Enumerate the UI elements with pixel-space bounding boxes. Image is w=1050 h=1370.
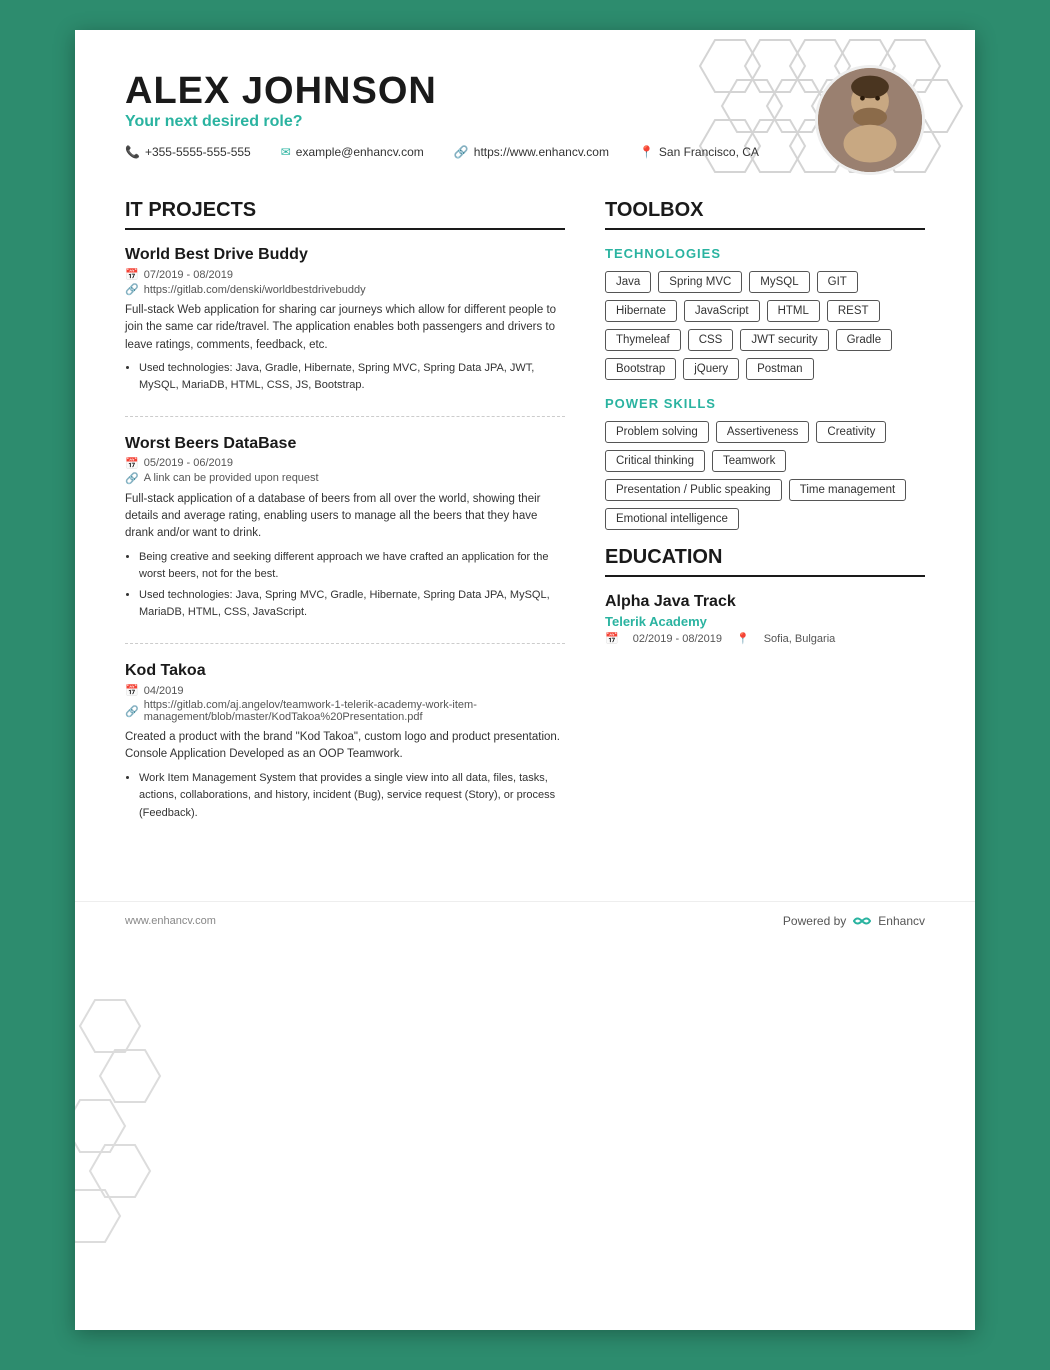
left-column: IT PROJECTS World Best Drive Buddy 📅 07/… bbox=[125, 189, 605, 861]
email-icon: ✉ bbox=[281, 145, 291, 159]
technology-tag: GIT bbox=[817, 271, 858, 293]
avatar-image bbox=[818, 68, 922, 172]
power-skills-tags: Problem solving Assertiveness Creativity Cr… bbox=[605, 421, 925, 530]
header: ALEX JOHNSON Your next desired role? 📞 +… bbox=[75, 30, 975, 189]
technology-tag: Thymeleaf bbox=[605, 329, 681, 351]
project-link: 🔗 A link can be provided upon request bbox=[125, 472, 565, 485]
skill-tag: Time management bbox=[789, 479, 906, 501]
technology-tag: Bootstrap bbox=[605, 358, 676, 380]
technology-tag: CSS bbox=[688, 329, 734, 351]
project-description: Created a product with the brand "Kod Ta… bbox=[125, 729, 565, 764]
skill-tag: Emotional intelligence bbox=[605, 508, 739, 530]
project-link: 🔗 https://gitlab.com/aj.angelov/teamwork… bbox=[125, 699, 565, 723]
bullet-item: Work Item Management System that provide… bbox=[139, 770, 565, 823]
skill-tag: Presentation / Public speaking bbox=[605, 479, 782, 501]
website-value: https://www.enhancv.com bbox=[474, 145, 609, 159]
education-item: Alpha Java Track Telerik Academy 📅 02/20… bbox=[605, 593, 925, 645]
phone-icon: 📞 bbox=[125, 145, 140, 159]
technology-tag: Spring MVC bbox=[658, 271, 742, 293]
bullet-item: Used technologies: Java, Gradle, Hiberna… bbox=[139, 360, 565, 395]
project-date: 📅 07/2019 - 08/2019 bbox=[125, 268, 565, 281]
enhancv-logo-icon bbox=[852, 914, 872, 928]
footer: www.enhancv.com Powered by Enhancv bbox=[75, 901, 975, 940]
location-value: San Francisco, CA bbox=[659, 145, 759, 159]
technology-tag: MySQL bbox=[749, 271, 809, 293]
project-bullets: Being creative and seeking different app… bbox=[125, 549, 565, 622]
skill-tag: Assertiveness bbox=[716, 421, 810, 443]
project-date: 📅 05/2019 - 06/2019 bbox=[125, 457, 565, 470]
project-title: World Best Drive Buddy bbox=[125, 246, 565, 264]
project-description: Full-stack Web application for sharing c… bbox=[125, 302, 565, 354]
contact-info: 📞 +355-5555-555-555 ✉ example@enhancv.co… bbox=[125, 145, 925, 159]
calendar-icon: 📅 bbox=[125, 457, 139, 470]
it-projects-title: IT PROJECTS bbox=[125, 199, 565, 230]
technology-tag: Postman bbox=[746, 358, 813, 380]
location-contact: 📍 San Francisco, CA bbox=[639, 145, 759, 159]
location-icon: 📍 bbox=[736, 632, 750, 645]
candidate-name: ALEX JOHNSON bbox=[125, 70, 925, 113]
link-icon: 🔗 bbox=[454, 145, 469, 159]
project-title: Kod Takoa bbox=[125, 662, 565, 680]
technology-tag: HTML bbox=[767, 300, 820, 322]
candidate-role: Your next desired role? bbox=[125, 113, 925, 131]
right-column: TOOLBOX TECHNOLOGIES JavaSpring MVCMySQL… bbox=[605, 189, 925, 861]
skill-tag: Critical thinking bbox=[605, 450, 705, 472]
link-icon: 🔗 bbox=[125, 705, 139, 718]
project-description: Full-stack application of a database of … bbox=[125, 491, 565, 543]
skill-tag: Problem solving bbox=[605, 421, 709, 443]
main-content: IT PROJECTS World Best Drive Buddy 📅 07/… bbox=[75, 189, 975, 901]
technology-tag: REST bbox=[827, 300, 880, 322]
footer-brand: Powered by Enhancv bbox=[783, 914, 925, 928]
avatar bbox=[815, 65, 925, 175]
bullet-item: Being creative and seeking different app… bbox=[139, 549, 565, 584]
project-item: Worst Beers DataBase 📅 05/2019 - 06/2019… bbox=[125, 435, 565, 644]
project-title: Worst Beers DataBase bbox=[125, 435, 565, 453]
technology-tag: Gradle bbox=[836, 329, 893, 351]
technology-tag: jQuery bbox=[683, 358, 739, 380]
technology-tag: Java bbox=[605, 271, 651, 293]
technology-tag: Hibernate bbox=[605, 300, 677, 322]
technologies-tags: Java Spring MVC MySQL GIT Hibernate JavaScrip… bbox=[605, 271, 925, 380]
link-icon: 🔗 bbox=[125, 472, 139, 485]
email-contact: ✉ example@enhancv.com bbox=[281, 145, 424, 159]
project-item: World Best Drive Buddy 📅 07/2019 - 08/20… bbox=[125, 246, 565, 417]
resume-page: ALEX JOHNSON Your next desired role? 📞 +… bbox=[75, 30, 975, 1330]
edu-institution: Telerik Academy bbox=[605, 614, 925, 629]
calendar-icon: 📅 bbox=[125, 268, 139, 281]
edu-location: Sofia, Bulgaria bbox=[764, 633, 836, 645]
email-value: example@enhancv.com bbox=[296, 145, 424, 159]
skill-tag: Creativity bbox=[816, 421, 886, 443]
project-bullets: Work Item Management System that provide… bbox=[125, 770, 565, 823]
edu-meta: 📅 02/2019 - 08/2019 📍 Sofia, Bulgaria bbox=[605, 632, 925, 645]
project-item: Kod Takoa 📅 04/2019 🔗 https://gitlab.com… bbox=[125, 662, 565, 843]
calendar-icon: 📅 bbox=[605, 632, 619, 645]
phone-contact: 📞 +355-5555-555-555 bbox=[125, 145, 251, 159]
footer-website: www.enhancv.com bbox=[125, 915, 216, 927]
skill-tag: Teamwork bbox=[712, 450, 786, 472]
phone-value: +355-5555-555-555 bbox=[145, 145, 251, 159]
technology-tag: JavaScript bbox=[684, 300, 760, 322]
bullet-item: Used technologies: Java, Spring MVC, Gra… bbox=[139, 587, 565, 622]
website-contact: 🔗 https://www.enhancv.com bbox=[454, 145, 609, 159]
technology-tag: JWT security bbox=[740, 329, 828, 351]
hex-decoration-bottom bbox=[75, 990, 185, 1270]
edu-date: 02/2019 - 08/2019 bbox=[633, 633, 722, 645]
calendar-icon: 📅 bbox=[125, 684, 139, 697]
power-skills-subtitle: POWER SKILLS bbox=[605, 396, 925, 411]
project-link: 🔗 https://gitlab.com/denski/worldbestdri… bbox=[125, 283, 565, 296]
location-icon: 📍 bbox=[639, 145, 654, 159]
edu-degree: Alpha Java Track bbox=[605, 593, 925, 611]
project-date: 📅 04/2019 bbox=[125, 684, 565, 697]
education-title: EDUCATION bbox=[605, 546, 925, 577]
link-icon: 🔗 bbox=[125, 283, 139, 296]
project-bullets: Used technologies: Java, Gradle, Hiberna… bbox=[125, 360, 565, 395]
